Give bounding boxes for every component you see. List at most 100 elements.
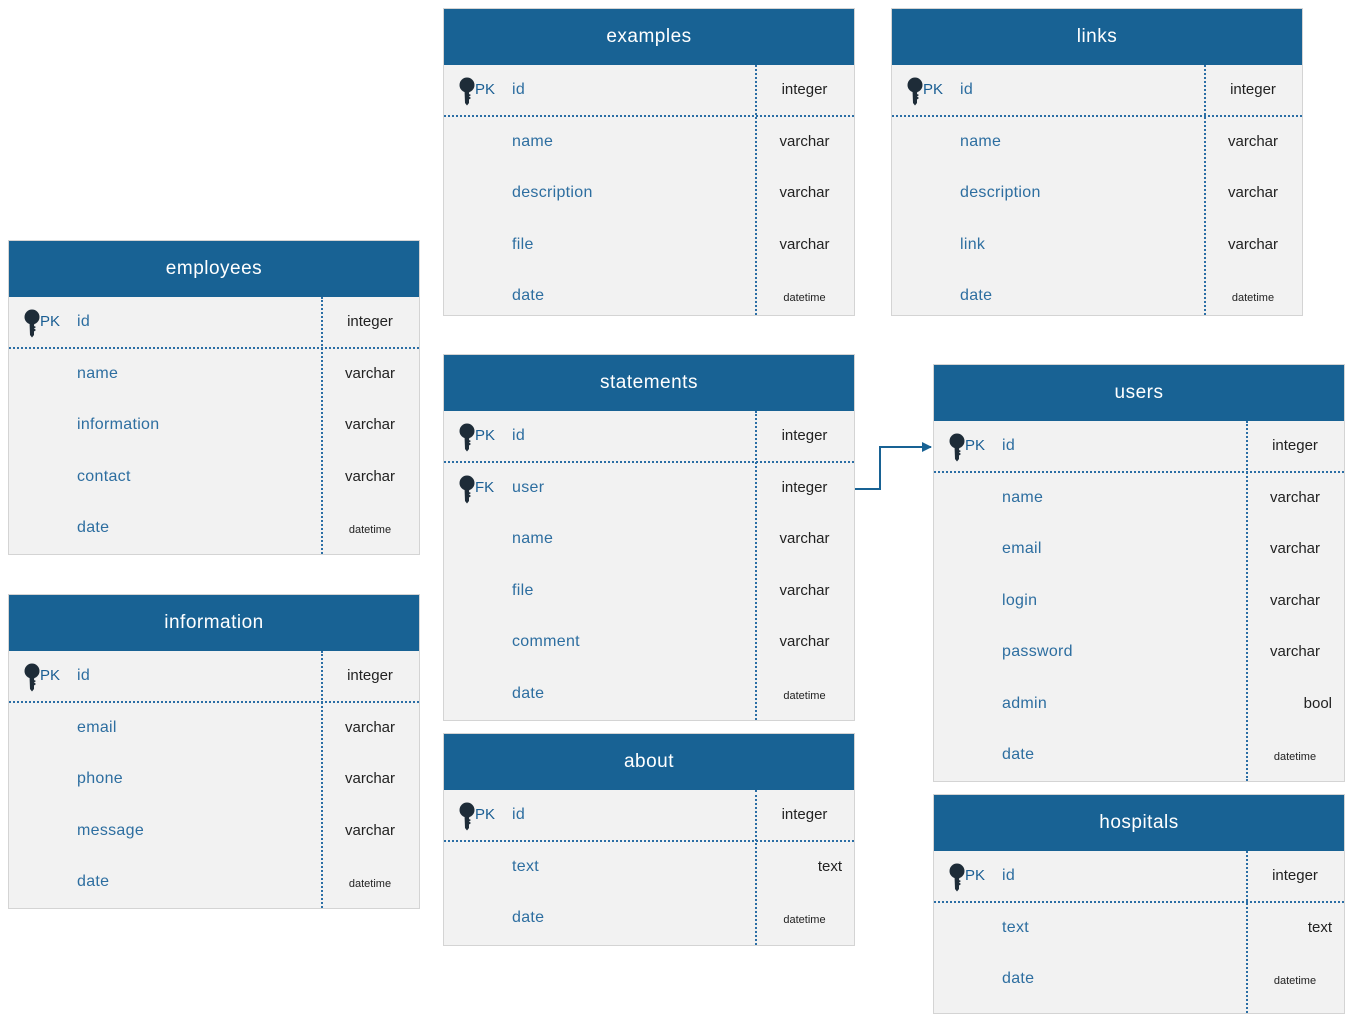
field-row-date[interactable]: date datetime [934, 954, 1344, 1006]
field-row-password[interactable]: password varchar [934, 627, 1344, 679]
field-row-text[interactable]: text text [444, 842, 854, 894]
field-type: varchar [344, 467, 396, 485]
field-name: text [512, 857, 539, 875]
field-name: email [77, 718, 117, 736]
field-row-date[interactable]: date datetime [444, 271, 854, 323]
table-title: links [892, 9, 1302, 65]
table-hospitals[interactable]: hospitals PK id integer text text date datetime [933, 794, 1345, 1014]
field-row-id[interactable]: PK id integer [444, 790, 854, 842]
field-row-id[interactable]: PK id integer [934, 851, 1344, 903]
field-name: login [1002, 591, 1038, 609]
field-row-description[interactable]: description varchar [444, 168, 854, 220]
table-title: employees [9, 241, 419, 297]
field-row-name[interactable]: name varchar [892, 117, 1302, 169]
field-type: varchar [344, 718, 396, 736]
field-row-email[interactable]: email varchar [9, 703, 419, 755]
field-type: datetime [783, 914, 826, 926]
field-row-date[interactable]: date datetime [444, 893, 854, 945]
field-name: id [1002, 437, 1016, 454]
field-row-date[interactable]: date datetime [444, 669, 854, 721]
field-name: name [1002, 488, 1044, 506]
field-row-name[interactable]: name varchar [444, 117, 854, 169]
key-icon [458, 802, 476, 832]
field-name: date [1002, 970, 1035, 987]
field-row-file[interactable]: file varchar [444, 220, 854, 272]
table-title: users [934, 365, 1344, 421]
field-name: name [512, 530, 554, 547]
field-name: phone [77, 770, 123, 787]
table-users[interactable]: users PK id integer name varchar email varchar l… [933, 364, 1345, 782]
field-row-message[interactable]: message varchar [9, 806, 419, 858]
field-type: datetime [348, 524, 392, 536]
field-name: email [1002, 540, 1042, 557]
field-type: varchar [779, 581, 830, 599]
field-name: name [512, 132, 554, 150]
field-name: id [1002, 867, 1016, 884]
field-name: file [512, 235, 534, 253]
table-title: statements [444, 355, 854, 411]
field-row-id[interactable]: PK id integer [9, 297, 419, 349]
statements-user-to-users-id-arrow [855, 442, 932, 490]
field-name: id [960, 81, 974, 98]
field-type: varchar [779, 633, 830, 650]
table-information[interactable]: information PK id integer email varchar phone v… [8, 594, 420, 909]
field-row-id[interactable]: PK id integer [934, 421, 1344, 473]
field-row-admin[interactable]: admin bool [934, 679, 1344, 731]
field-type: datetime [1273, 751, 1317, 763]
table-employees[interactable]: employees PK id integer name varchar informati… [8, 240, 420, 555]
field-name: date [512, 684, 545, 702]
field-row-phone[interactable]: phone varchar [9, 754, 419, 806]
table-title: information [9, 595, 419, 651]
field-type: text [817, 857, 842, 875]
field-type: varchar [344, 821, 396, 839]
field-row-date[interactable]: date datetime [9, 503, 419, 555]
field-type: varchar [1227, 184, 1279, 201]
key-label: PK [475, 81, 496, 98]
field-row-text[interactable]: text text [934, 903, 1344, 955]
field-row-id[interactable]: PK id integer [9, 651, 419, 703]
field-row-information[interactable]: information varchar [9, 400, 419, 452]
key-label: PK [965, 867, 986, 884]
field-type: varchar [1269, 643, 1321, 660]
field-name: file [512, 581, 534, 599]
field-type: integer [781, 81, 828, 98]
field-type: integer [1230, 81, 1276, 98]
table-examples[interactable]: examples PK id integer name varchar descriptio… [443, 8, 855, 316]
field-row-user[interactable]: FK user integer [444, 463, 854, 515]
field-row-id[interactable]: PK id integer [444, 65, 854, 117]
field-row-date[interactable]: date datetime [892, 271, 1302, 323]
key-label: PK [40, 313, 61, 330]
field-type: varchar [344, 770, 396, 787]
field-name: contact [77, 467, 131, 485]
key-icon [458, 423, 476, 453]
field-row-name[interactable]: name varchar [934, 473, 1344, 525]
field-row-date[interactable]: date datetime [934, 730, 1344, 782]
field-row-name[interactable]: name varchar [444, 514, 854, 566]
field-name: name [77, 364, 119, 382]
field-name: date [1002, 746, 1035, 763]
field-type: integer [347, 667, 393, 684]
table-links[interactable]: links PK id integer name varchar description va… [891, 8, 1303, 316]
field-row-name[interactable]: name varchar [9, 349, 419, 401]
table-statements[interactable]: statements PK id integer FK user integer name va… [443, 354, 855, 721]
field-name: name [960, 132, 1002, 150]
field-row-file[interactable]: file varchar [444, 566, 854, 618]
field-row-link[interactable]: link varchar [892, 220, 1302, 272]
key-label: PK [475, 427, 496, 444]
field-row-id[interactable]: PK id integer [444, 411, 854, 463]
table-about[interactable]: about PK id integer text text date datetime [443, 733, 855, 946]
key-label: FK [475, 478, 495, 496]
field-row-date[interactable]: date datetime [9, 857, 419, 909]
key-icon [23, 309, 41, 339]
field-row-email[interactable]: email varchar [934, 524, 1344, 576]
field-name: description [960, 184, 1041, 201]
field-row-description[interactable]: description varchar [892, 168, 1302, 220]
field-row-contact[interactable]: contact varchar [9, 452, 419, 504]
field-type: varchar [344, 364, 396, 382]
field-type: varchar [1269, 591, 1321, 609]
field-name: link [960, 235, 986, 253]
field-row-id[interactable]: PK id integer [892, 65, 1302, 117]
field-row-comment[interactable]: comment varchar [444, 617, 854, 669]
key-icon [948, 863, 966, 893]
field-row-login[interactable]: login varchar [934, 576, 1344, 628]
